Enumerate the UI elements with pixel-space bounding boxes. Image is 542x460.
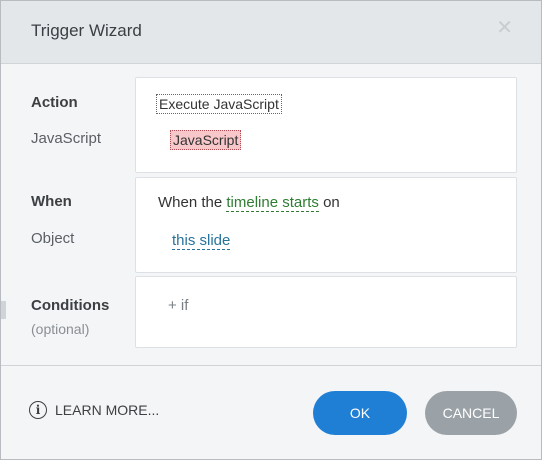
conditions-panel: + if <box>135 276 517 348</box>
object-link[interactable]: this slide <box>172 232 231 250</box>
trigger-wizard-dialog: Trigger Wizard ✕ Action JavaScript Execu… <box>0 0 542 460</box>
conditions-label: Conditions <box>31 297 110 314</box>
javascript-label: JavaScript <box>31 130 102 147</box>
object-label: Object <box>31 230 75 247</box>
action-panel: Execute JavaScript JavaScript <box>135 77 517 173</box>
timeline-starts-link[interactable]: timeline starts <box>226 194 319 212</box>
conditions-optional-label: (optional) <box>31 321 90 337</box>
close-icon[interactable]: ✕ <box>496 15 513 40</box>
ok-button[interactable]: OK <box>313 391 407 435</box>
add-if-condition-button[interactable]: + if <box>168 297 188 314</box>
footer-divider <box>1 365 541 366</box>
when-sentence: When the timeline starts on <box>158 194 340 212</box>
action-dropdown[interactable]: Execute JavaScript <box>156 94 282 114</box>
dialog-titlebar: Trigger Wizard ✕ <box>1 1 541 64</box>
when-suffix: on <box>323 194 340 211</box>
left-edge-scrollbar <box>1 301 6 319</box>
learn-more-link[interactable]: i LEARN MORE... <box>29 401 159 419</box>
dialog-title: Trigger Wizard <box>31 21 142 40</box>
when-label: When <box>31 193 72 210</box>
action-label: Action <box>31 94 78 111</box>
javascript-editor-link[interactable]: JavaScript <box>170 130 242 150</box>
when-panel: When the timeline starts on this slide <box>135 177 517 273</box>
info-icon: i <box>29 401 47 419</box>
learn-more-label: LEARN MORE... <box>55 402 160 418</box>
cancel-button[interactable]: CANCEL <box>425 391 517 435</box>
when-prefix: When the <box>158 194 223 211</box>
